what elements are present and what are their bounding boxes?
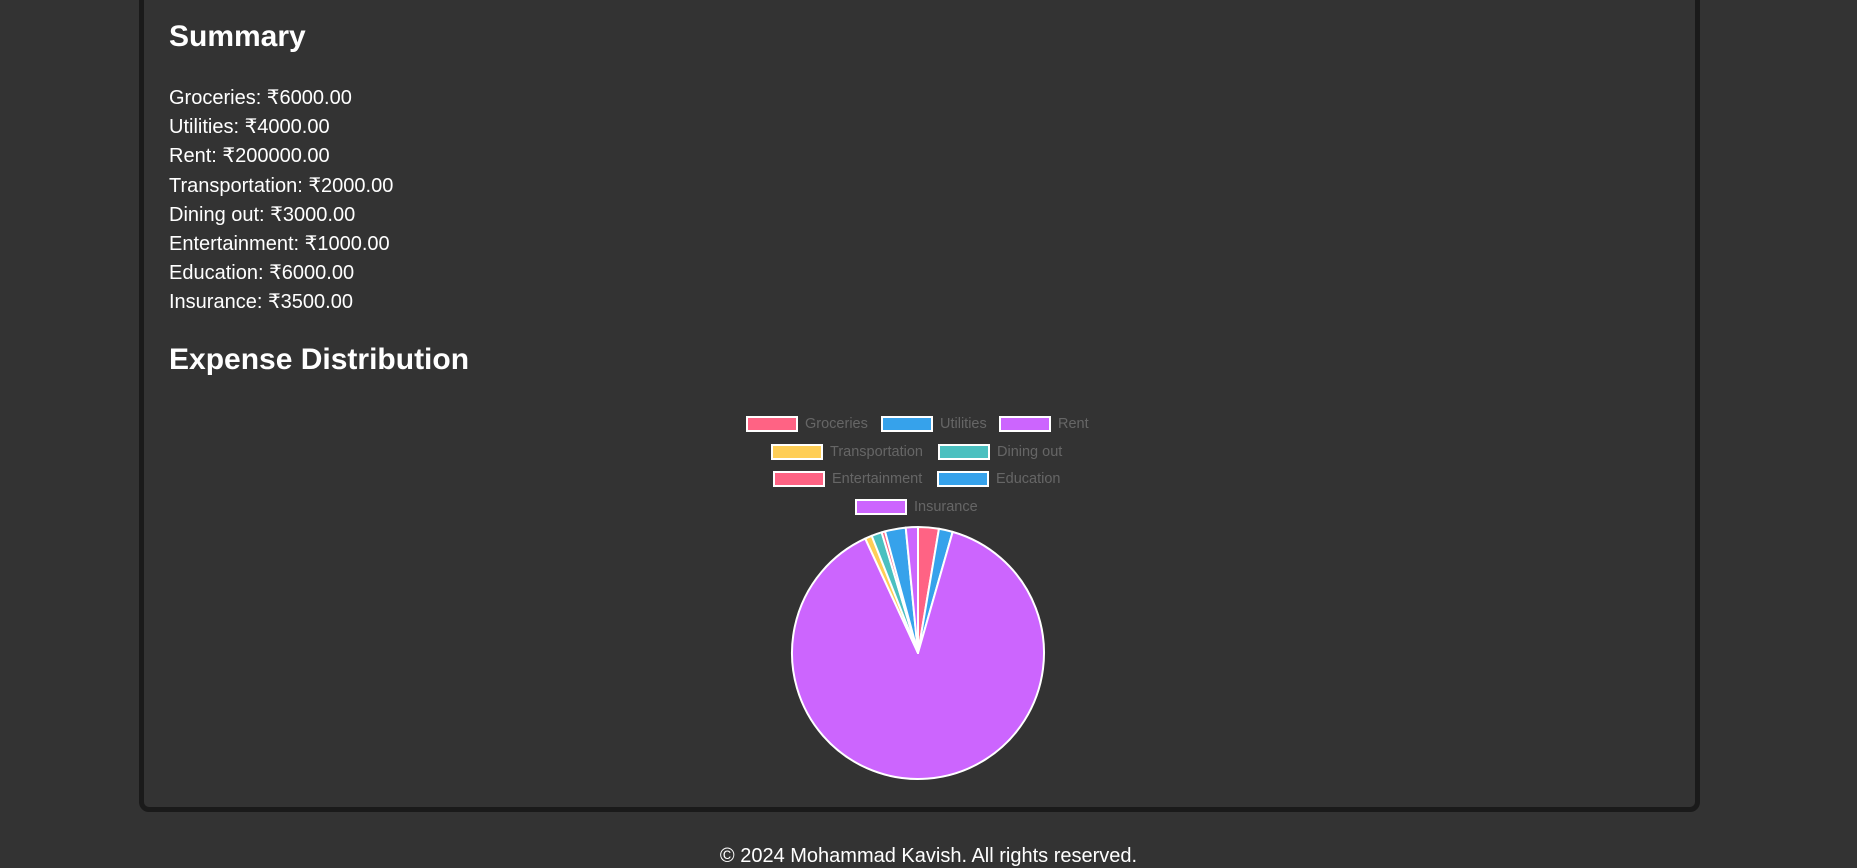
footer-copyright: © 2024 Mohammad Kavish. All rights reser… [719,845,1138,867]
expense-pie-chart [791,526,1045,780]
